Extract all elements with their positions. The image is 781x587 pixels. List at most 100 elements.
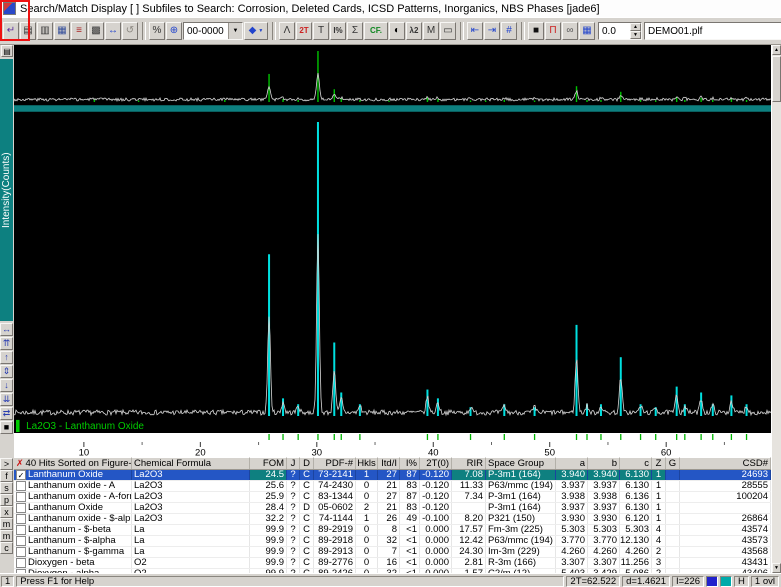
- row-tool-button-5[interactable]: m: [0, 518, 13, 530]
- scroll-down-arrow-icon[interactable]: ▼: [772, 563, 781, 573]
- column-header[interactable]: b: [588, 457, 620, 469]
- zoom-y-in-icon[interactable]: ⇈: [0, 337, 13, 350]
- column-header[interactable]: Z: [652, 457, 666, 469]
- overlay-color-chip[interactable]: [720, 575, 733, 587]
- row-tool-button-3[interactable]: p: [0, 494, 13, 506]
- column-header[interactable]: I%: [400, 457, 420, 469]
- table-row[interactable]: Lanthanum Oxide La2O3 28.4? D 05-0602 2 21 83 -0…: [14, 503, 771, 514]
- column-header[interactable]: 2T(0): [420, 457, 452, 469]
- scroll-down-icon[interactable]: ↓: [0, 379, 13, 392]
- row-checkbox[interactable]: [16, 536, 26, 546]
- table-row[interactable]: Lanthanum - $-beta La 99.9? C 89-2919 0 8 <1 0.0…: [14, 525, 771, 536]
- report-icon[interactable]: ▥: [37, 22, 53, 40]
- column-header[interactable]: ✗40 Hits Sorted on Figure-Of-M...: [14, 457, 132, 469]
- axis-options-icon[interactable]: ▤: [1, 45, 13, 57]
- goto-next-line-icon[interactable]: ⇥: [484, 22, 500, 40]
- row-checkbox[interactable]: [16, 525, 26, 535]
- row-tool-button-2[interactable]: s: [0, 482, 13, 494]
- column-header[interactable]: Space Group: [486, 457, 556, 469]
- row-tool-button-0[interactable]: >: [0, 458, 13, 470]
- pan-x-icon[interactable]: ⇄: [0, 407, 13, 420]
- zoom-reset-icon[interactable]: ⇕: [0, 365, 13, 378]
- pdf-number-combo[interactable]: 00-0000 ▼: [183, 22, 243, 40]
- plf-file-input[interactable]: [644, 22, 781, 40]
- row-tool-button-6[interactable]: m: [0, 530, 13, 542]
- spinner-up-icon[interactable]: ▲: [630, 23, 641, 31]
- row-checkbox[interactable]: [16, 558, 26, 568]
- table-row[interactable]: Lanthanum - $-alpha La 99.9? C 89-2918 0 32 <1 0…: [14, 536, 771, 547]
- zoom-y-out-icon[interactable]: ⇊: [0, 393, 13, 406]
- two-theta-icon[interactable]: 2T: [296, 22, 312, 40]
- pan-horizontal-icon[interactable]: ↔: [0, 323, 13, 336]
- column-header[interactable]: D: [300, 457, 314, 469]
- smooth-icon[interactable]: Σ: [347, 22, 363, 40]
- export-icon[interactable]: ▦: [54, 22, 70, 40]
- overlay-main-icon[interactable]: ■: [528, 22, 544, 40]
- intensity-scale-icon[interactable]: I%: [330, 22, 346, 40]
- column-header[interactable]: Hkls: [356, 457, 378, 469]
- row-checkbox[interactable]: [16, 492, 26, 502]
- column-header[interactable]: PDF-#: [314, 457, 356, 469]
- grid-icon[interactable]: ▩: [88, 22, 104, 40]
- overlay-rings-icon[interactable]: ∞: [562, 22, 578, 40]
- table-view-icon[interactable]: ≡: [71, 22, 87, 40]
- refresh-icon[interactable]: ↺: [122, 22, 138, 40]
- table-row[interactable]: Lanthanum oxide - $-alpha La2O3 32.2? C 74-1…: [14, 514, 771, 525]
- column-header[interactable]: G: [666, 457, 680, 469]
- scrollbar-thumb[interactable]: [772, 56, 781, 102]
- column-header[interactable]: a: [556, 457, 588, 469]
- table-row[interactable]: Lanthanum oxide - A La2O3 25.6? C 74-2430 0 21…: [14, 481, 771, 492]
- table-row[interactable]: Dioxygen - beta O2 99.9? C 89-2776 0 16 <1 0.000…: [14, 558, 771, 569]
- plot-divider[interactable]: [14, 105, 771, 112]
- row-checkbox[interactable]: [16, 514, 26, 524]
- contrast-icon[interactable]: ◐: [389, 22, 405, 40]
- row-checkbox[interactable]: [16, 503, 26, 513]
- apply-return-icon[interactable]: ↵: [3, 22, 19, 40]
- column-header[interactable]: RIR: [452, 457, 486, 469]
- theta-convert-icon[interactable]: T: [313, 22, 329, 40]
- spinner-down-icon[interactable]: ▼: [630, 31, 641, 39]
- column-header[interactable]: c: [620, 457, 652, 469]
- marker-pen-icon[interactable]: ◆ ▼: [244, 22, 268, 40]
- overlay-peaks-icon[interactable]: Π: [545, 22, 561, 40]
- column-header[interactable]: FOM: [250, 457, 287, 469]
- column-header[interactable]: CSD#: [680, 457, 771, 469]
- vertical-scrollbar[interactable]: ▲ ▼: [771, 45, 781, 573]
- expand-axes-icon[interactable]: ↔: [105, 22, 121, 40]
- chevron-down-icon[interactable]: ▼: [258, 28, 263, 34]
- column-header[interactable]: Itd/I: [378, 457, 400, 469]
- index-lines-icon[interactable]: #: [501, 22, 517, 40]
- scroll-up-arrow-icon[interactable]: ▲: [772, 45, 781, 55]
- overview-plot[interactable]: [13, 45, 772, 105]
- overlay-grid-icon[interactable]: ▦: [579, 22, 595, 40]
- profile-fit-icon[interactable]: Λ: [279, 22, 295, 40]
- clear-hits-icon[interactable]: ✗: [16, 458, 24, 469]
- chevron-down-icon[interactable]: ▼: [228, 23, 242, 39]
- print-icon[interactable]: ▤: [20, 22, 36, 40]
- row-checkbox[interactable]: [16, 547, 26, 557]
- web-retrieve-icon[interactable]: ⊕: [166, 22, 182, 40]
- lambda2-strip-icon[interactable]: λ2: [406, 22, 422, 40]
- pattern-color-chip[interactable]: [706, 575, 719, 587]
- table-cell: 11.256: [620, 558, 652, 568]
- row-checkbox[interactable]: [16, 481, 26, 491]
- zoom-frame-icon[interactable]: ▭: [440, 22, 456, 40]
- main-plot[interactable]: [13, 112, 772, 420]
- table-row[interactable]: ✓ Lanthanum Oxide La2O3 24.5? C 73-2141 1 27 87-…: [14, 470, 771, 481]
- curve-fit-button[interactable]: CF.: [364, 22, 388, 40]
- column-header[interactable]: J: [287, 457, 300, 469]
- cut-overlay-icon[interactable]: %: [149, 22, 165, 40]
- row-tool-button-7[interactable]: c: [0, 542, 13, 554]
- row-tool-button-4[interactable]: x: [0, 506, 13, 518]
- stop-icon[interactable]: ■: [0, 421, 13, 434]
- table-row[interactable]: Lanthanum oxide - A-form, HTLa2O325.9?C8…: [14, 492, 771, 503]
- column-header[interactable]: Chemical Formula: [132, 457, 250, 469]
- row-checkbox[interactable]: ✓: [16, 470, 26, 480]
- find-peaks-icon[interactable]: M: [423, 22, 439, 40]
- table-row[interactable]: Lanthanum - $-gamma La 99.9? C 89-2913 0 7 <1 0.…: [14, 547, 771, 558]
- goto-first-line-icon[interactable]: ⇤: [467, 22, 483, 40]
- offset-spinner[interactable]: 0.0 ▲ ▼: [598, 22, 642, 40]
- hkl-toggle[interactable]: H: [734, 575, 749, 587]
- row-tool-button-1[interactable]: f: [0, 470, 13, 482]
- scroll-up-icon[interactable]: ↑: [0, 351, 13, 364]
